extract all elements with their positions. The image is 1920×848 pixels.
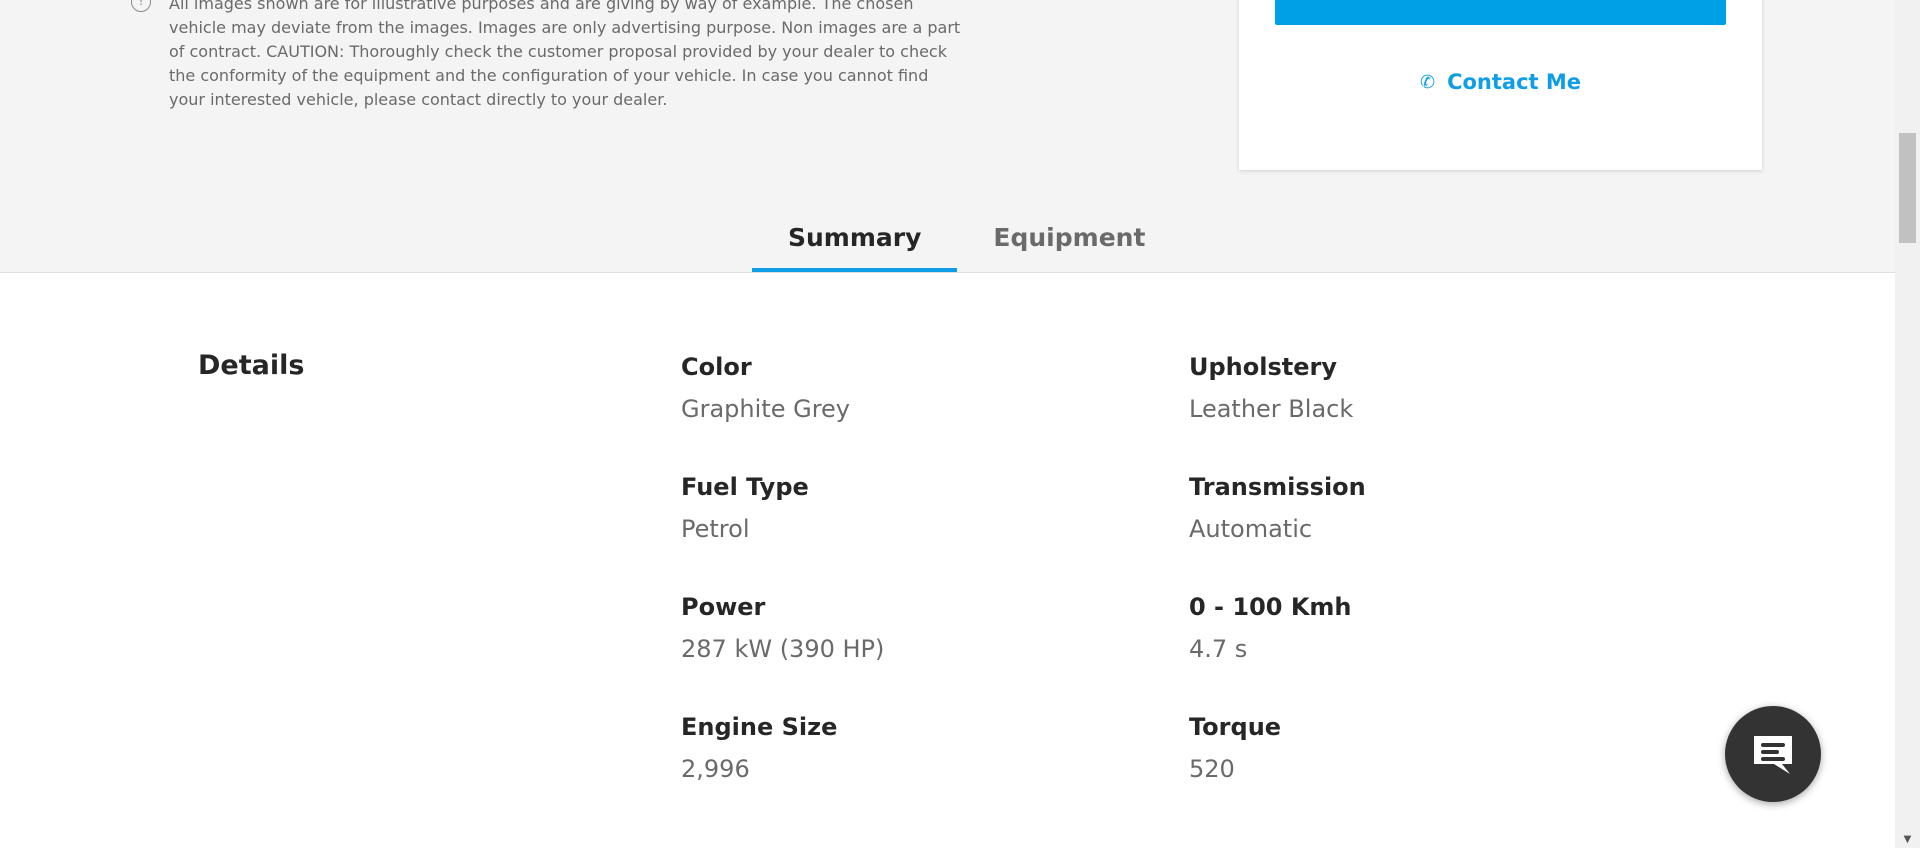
- primary-action-button[interactable]: [1275, 0, 1726, 25]
- spec-value: 2,996: [681, 755, 750, 783]
- scrollbar[interactable]: ▼: [1895, 0, 1920, 848]
- spec-fuel-type: Fuel Type Petrol: [681, 470, 809, 546]
- phone-icon: ✆: [1419, 71, 1436, 93]
- spec-color: Color Graphite Grey: [681, 350, 850, 426]
- spec-label: Upholstery: [1189, 353, 1337, 381]
- spec-value: Petrol: [681, 515, 750, 543]
- spec-upholstery: Upholstery Leather Black: [1189, 350, 1353, 426]
- spec-label: Power: [681, 593, 766, 621]
- details-title: Details: [198, 350, 305, 381]
- spec-value: 4.7 s: [1189, 635, 1248, 663]
- tab-bar: Summary Equipment: [752, 220, 1181, 272]
- spec-power: Power 287 kW (390 HP): [681, 590, 884, 666]
- spec-value: 520: [1189, 755, 1235, 783]
- chat-button[interactable]: [1725, 706, 1821, 802]
- disclaimer-line: your interested vehicle, please contact …: [169, 90, 668, 109]
- chat-icon: [1754, 736, 1792, 774]
- spec-acceleration: 0 - 100 Kmh 4.7 s: [1189, 590, 1352, 666]
- spec-label: Color: [681, 353, 752, 381]
- spec-label: 0 - 100 Kmh: [1189, 593, 1352, 621]
- tab-equipment[interactable]: Equipment: [957, 220, 1181, 272]
- spec-transmission: Transmission Automatic: [1189, 470, 1366, 546]
- spec-label: Engine Size: [681, 713, 838, 741]
- scroll-thumb[interactable]: [1899, 133, 1916, 243]
- contact-card: ✆ Contact Me: [1239, 0, 1762, 170]
- spec-label: Fuel Type: [681, 473, 809, 501]
- spec-value: Leather Black: [1189, 395, 1354, 423]
- top-area: ! All images shown are for illustrative …: [0, 0, 1895, 273]
- disclaimer-line: vehicle may deviate from the images. Ima…: [169, 18, 961, 37]
- info-icon: !: [131, 0, 151, 12]
- spec-torque: Torque 520: [1189, 710, 1281, 786]
- spec-label: Transmission: [1189, 473, 1366, 501]
- disclaimer-line: All images shown are for illustrative pu…: [169, 0, 914, 13]
- disclaimer-line: the conformity of the equipment and the …: [169, 66, 929, 85]
- spec-value: 287 kW (390 HP): [681, 635, 885, 663]
- disclaimer-text: All images shown are for illustrative pu…: [169, 0, 969, 112]
- spec-value: Automatic: [1189, 515, 1313, 543]
- spec-label: Torque: [1189, 713, 1282, 741]
- scroll-down-arrow-icon[interactable]: ▼: [1895, 834, 1920, 845]
- contact-me-label: Contact Me: [1447, 70, 1582, 94]
- spec-engine-size: Engine Size 2,996: [681, 710, 837, 786]
- spec-value: Graphite Grey: [681, 395, 850, 423]
- disclaimer-line: of contract. CAUTION: Thoroughly check t…: [169, 42, 947, 61]
- tab-summary[interactable]: Summary: [752, 220, 958, 272]
- contact-me-link[interactable]: ✆ Contact Me: [1239, 70, 1762, 94]
